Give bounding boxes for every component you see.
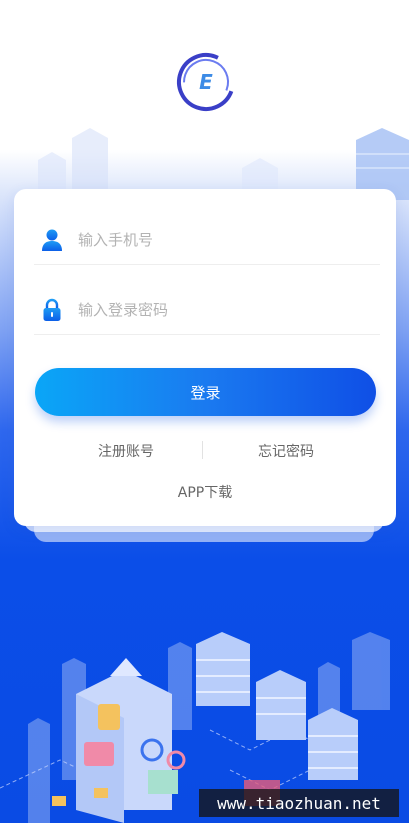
phone-input[interactable] bbox=[78, 230, 338, 249]
login-button[interactable]: 登录 bbox=[35, 368, 376, 416]
user-icon bbox=[42, 229, 62, 251]
logo-letter: E bbox=[199, 70, 213, 94]
link-divider bbox=[202, 441, 203, 459]
lock-icon bbox=[43, 298, 61, 321]
brand-logo: E bbox=[177, 53, 235, 111]
register-link[interactable]: 注册账号 bbox=[78, 441, 174, 461]
watermark: www.tiaozhuan.net bbox=[199, 789, 399, 817]
password-input[interactable] bbox=[78, 300, 338, 319]
decorative-cubes-top bbox=[38, 128, 409, 200]
phone-field bbox=[34, 215, 380, 265]
forgot-password-link[interactable]: 忘记密码 bbox=[238, 441, 334, 461]
app-download-link[interactable]: APP下载 bbox=[145, 482, 265, 502]
password-field bbox=[34, 285, 380, 335]
login-card: 登录 注册账号 忘记密码 APP下载 bbox=[14, 189, 396, 526]
